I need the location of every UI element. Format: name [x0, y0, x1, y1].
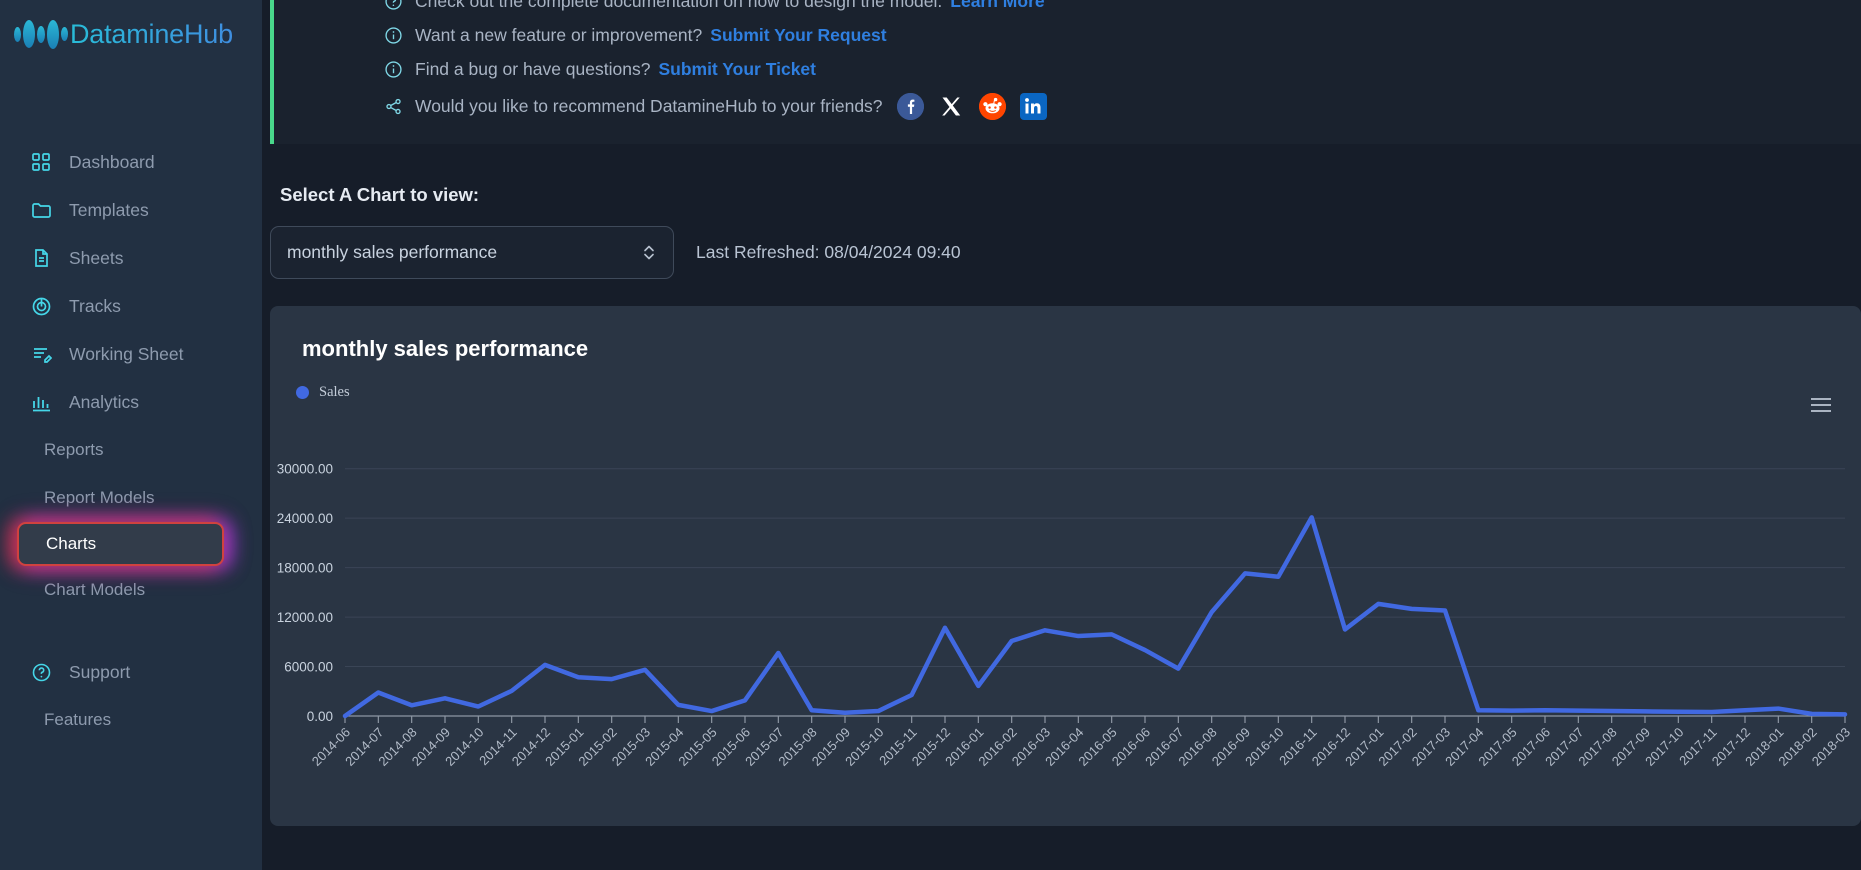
notice-text: Find a bug or have questions?	[415, 58, 651, 79]
sidebar-item-label: Working Sheet	[69, 343, 184, 364]
chart-select-dropdown[interactable]: monthly sales performance	[270, 226, 674, 279]
chart-legend[interactable]: Sales	[270, 362, 1861, 401]
notice-text: Check out the complete documentation on …	[415, 0, 943, 11]
sidebar-item-label: Analytics	[69, 391, 140, 412]
sidebar-subitem-label: Report Models	[44, 488, 155, 507]
last-refreshed-text: Last Refreshed: 08/04/2024 09:40	[696, 242, 961, 262]
content-left-edge	[262, 0, 270, 870]
notice-row-recommend: Would you like to recommend DatamineHub …	[274, 86, 1861, 126]
brand-name: DatamineHub	[70, 18, 233, 49]
sidebar-subitem-charts[interactable]: Charts	[17, 522, 224, 566]
sidebar: DatamineHub Dashboard Templates Sheets T…	[0, 0, 262, 870]
notice-link-learn-more[interactable]: Learn More	[950, 0, 1044, 12]
hamburger-menu-icon[interactable]	[1811, 398, 1831, 412]
legend-label-sales: Sales	[319, 384, 350, 400]
app-root: DatamineHub Dashboard Templates Sheets T…	[0, 0, 1861, 870]
chart-plot-area: 0.00 6000.00 12000.00 18000.00 24000.00 30000…	[270, 434, 1861, 826]
y-axis-tick-label: 30000.00	[277, 462, 333, 477]
notice-text: Would you like to recommend DatamineHub …	[415, 95, 883, 116]
chart-panel: monthly sales performance Sales 0.00 6000…	[270, 306, 1861, 826]
sidebar-subitem-label: Reports	[44, 440, 104, 459]
sidebar-item-tracks[interactable]: Tracks	[0, 282, 262, 330]
folder-icon	[30, 199, 52, 221]
x-twitter-icon[interactable]	[938, 93, 965, 120]
info-circle-icon	[384, 60, 403, 79]
notice-link-submit-request[interactable]: Submit Your Request	[710, 25, 886, 46]
sidebar-item-support[interactable]: Support	[0, 648, 262, 696]
sidebar-item-label: Sheets	[69, 247, 124, 268]
chart-selector-row: monthly sales performance Last Refreshed…	[270, 206, 1861, 279]
logo-mark-icon	[14, 19, 68, 49]
sidebar-item-templates[interactable]: Templates	[0, 186, 262, 234]
question-circle-icon	[384, 0, 403, 11]
sidebar-nav: Dashboard Templates Sheets Tracks Workin…	[0, 138, 262, 744]
sidebar-subitem-chart-models[interactable]: Chart Models	[0, 566, 262, 614]
main-content: Check out the complete documentation on …	[262, 0, 1861, 870]
select-chart-label: Select A Chart to view:	[280, 184, 480, 205]
y-axis-tick-label: 18000.00	[277, 561, 333, 576]
linkedin-icon[interactable]	[1019, 92, 1047, 120]
y-axis-tick-label: 12000.00	[277, 610, 333, 625]
sidebar-item-label: Support	[69, 661, 131, 682]
social-links	[896, 92, 1047, 120]
document-icon	[30, 247, 52, 269]
chevron-updown-icon	[643, 244, 655, 261]
chart-select-value: monthly sales performance	[287, 242, 498, 262]
sidebar-subitem-reports[interactable]: Reports	[0, 426, 262, 474]
notice-row-feature-request: Want a new feature or improvement? Submi…	[274, 18, 1861, 52]
target-icon	[30, 295, 52, 317]
sidebar-item-label: Tracks	[69, 295, 121, 316]
sidebar-item-sheets[interactable]: Sheets	[0, 234, 262, 282]
info-circle-icon	[384, 26, 403, 45]
sidebar-item-working-sheet[interactable]: Working Sheet	[0, 330, 262, 378]
question-circle-icon	[30, 661, 52, 683]
sidebar-item-analytics[interactable]: Analytics	[0, 378, 262, 426]
sidebar-item-dashboard[interactable]: Dashboard	[0, 138, 262, 186]
sidebar-subitem-report-models[interactable]: Report Models	[0, 474, 262, 522]
chart-title: monthly sales performance	[302, 336, 589, 361]
legend-marker-sales	[296, 386, 309, 399]
sidebar-subitem-label: Chart Models	[44, 580, 146, 599]
sidebar-subitem-label: Charts	[46, 534, 97, 553]
bar-chart-icon	[30, 391, 52, 413]
sidebar-item-features[interactable]: Features	[0, 696, 262, 744]
share-icon	[384, 97, 403, 116]
notice-row-documentation: Check out the complete documentation on …	[274, 0, 1861, 18]
grid-icon	[30, 151, 52, 173]
y-axis-tick-label: 0.00	[307, 709, 333, 724]
notice-link-submit-ticket[interactable]: Submit Your Ticket	[658, 59, 816, 80]
facebook-icon[interactable]	[896, 92, 924, 120]
edit-list-icon	[30, 343, 52, 365]
sidebar-item-label: Features	[44, 710, 112, 729]
line-chart-svg: 0.00 6000.00 12000.00 18000.00 24000.00 30000…	[277, 462, 1853, 769]
notice-banner: Check out the complete documentation on …	[270, 0, 1861, 144]
sidebar-item-label: Dashboard	[69, 151, 155, 172]
y-axis-tick-label: 6000.00	[284, 660, 333, 675]
notice-text: Want a new feature or improvement?	[415, 24, 703, 45]
brand-logo[interactable]: DatamineHub	[0, 0, 262, 54]
notice-row-bug-report: Find a bug or have questions? Submit You…	[274, 52, 1861, 86]
y-axis-tick-label: 24000.00	[277, 511, 333, 526]
reddit-icon[interactable]	[978, 92, 1006, 120]
sidebar-item-label: Templates	[69, 199, 149, 220]
